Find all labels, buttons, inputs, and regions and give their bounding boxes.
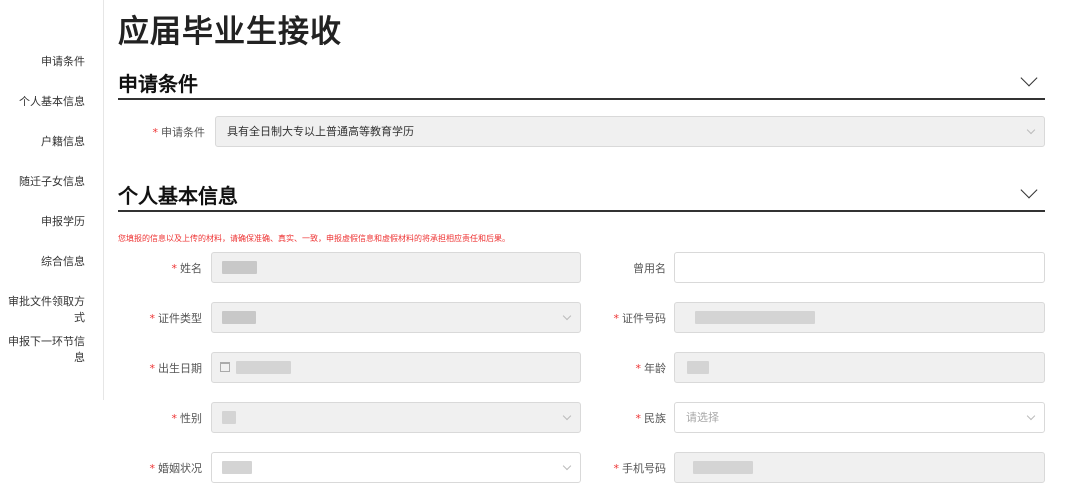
- apply-condition-label: * 申请条件: [152, 126, 206, 139]
- sidebar-item-next-step[interactable]: 申报下一环节信息: [0, 334, 85, 366]
- redacted-value: [687, 361, 709, 374]
- sidebar-item-apply-conditions[interactable]: 申请条件: [41, 54, 85, 70]
- phone-field[interactable]: [674, 452, 1045, 483]
- sidebar-item-comprehensive[interactable]: 综合信息: [41, 254, 85, 270]
- ethnicity-label: * 民族: [635, 412, 667, 425]
- ethnicity-select[interactable]: 请选择: [674, 402, 1045, 433]
- chevron-down-icon[interactable]: [1020, 181, 1038, 199]
- sidebar-item-document-pickup[interactable]: 审批文件领取方式: [0, 294, 85, 326]
- marital-status-select[interactable]: [211, 452, 581, 483]
- redacted-value: [222, 261, 257, 274]
- former-name-field[interactable]: [674, 252, 1045, 283]
- redacted-value: [693, 461, 753, 474]
- page-title: 应届毕业生接收: [118, 14, 342, 50]
- calendar-icon: [220, 362, 230, 372]
- sidebar-item-education[interactable]: 申报学历: [41, 214, 85, 230]
- gender-select[interactable]: [211, 402, 581, 433]
- id-type-label: * 证件类型: [149, 312, 203, 325]
- age-field[interactable]: [674, 352, 1045, 383]
- section-title: 申请条件: [118, 72, 198, 96]
- ethnicity-placeholder: 请选择: [686, 411, 719, 424]
- sidebar-nav: 申请条件 个人基本信息 户籍信息 随迁子女信息 申报学历 综合信息 审批文件领取…: [0, 0, 104, 400]
- chevron-down-icon: [1026, 411, 1036, 421]
- section-header-apply-conditions[interactable]: 申请条件: [118, 66, 1045, 100]
- sidebar-item-personal-info[interactable]: 个人基本信息: [19, 94, 85, 110]
- gender-label: * 性别: [171, 412, 203, 425]
- notice-text: 您填报的信息以及上传的材料，请确保准确、真实、一致，申报虚假信息和虚假材料的将承…: [118, 234, 510, 243]
- former-name-label: 曾用名: [633, 262, 666, 275]
- redacted-value: [695, 311, 815, 324]
- marital-status-label: * 婚姻状况: [149, 462, 203, 475]
- birth-date-picker[interactable]: [211, 352, 581, 383]
- id-type-select[interactable]: [211, 302, 581, 333]
- chevron-down-icon: [562, 311, 572, 321]
- chevron-down-icon: [562, 461, 572, 471]
- sidebar-item-children[interactable]: 随迁子女信息: [19, 174, 85, 190]
- section-title: 个人基本信息: [118, 184, 238, 208]
- apply-condition-value: 具有全日制大专以上普通高等教育学历: [227, 125, 414, 138]
- name-field[interactable]: [211, 252, 581, 283]
- redacted-value: [222, 311, 256, 324]
- redacted-value: [222, 411, 236, 424]
- id-number-field[interactable]: [674, 302, 1045, 333]
- redacted-value: [236, 361, 291, 374]
- birth-date-label: * 出生日期: [149, 362, 203, 375]
- chevron-down-icon: [1026, 125, 1036, 135]
- section-header-personal-info[interactable]: 个人基本信息: [118, 178, 1045, 212]
- phone-label: * 手机号码: [613, 462, 667, 475]
- name-label: * 姓名: [171, 262, 203, 275]
- chevron-down-icon: [562, 411, 572, 421]
- chevron-down-icon[interactable]: [1020, 69, 1038, 87]
- apply-condition-select[interactable]: 具有全日制大专以上普通高等教育学历: [215, 116, 1045, 147]
- sidebar-item-household[interactable]: 户籍信息: [41, 134, 85, 150]
- redacted-value: [222, 461, 252, 474]
- age-label: * 年龄: [635, 362, 667, 375]
- id-number-label: * 证件号码: [613, 312, 667, 325]
